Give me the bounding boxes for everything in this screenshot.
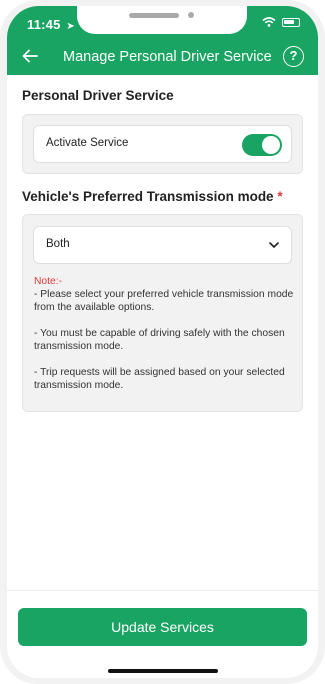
battery-icon <box>282 17 300 27</box>
transmission-card: Both Note:- - Please select your preferr… <box>22 214 303 412</box>
chevron-down-icon <box>269 242 279 248</box>
status-time-text: 11:45 <box>27 17 61 32</box>
personal-driver-section-title: Personal Driver Service <box>22 88 174 103</box>
note-line: - Please select your preferred vehicle t… <box>34 289 294 313</box>
back-arrow-icon[interactable] <box>21 47 41 67</box>
note-line: - Trip requests will be assigned based o… <box>34 367 285 391</box>
personal-driver-title-text: Personal Driver Service <box>22 88 174 103</box>
top-bar: 11:45 ➤ Manage Personal Driver Service ? <box>7 6 318 75</box>
activate-service-row: Activate Service <box>33 125 292 163</box>
app-screen: 11:45 ➤ Manage Personal Driver Service ?… <box>7 6 318 678</box>
help-icon[interactable]: ? <box>283 46 304 67</box>
home-indicator <box>108 669 218 673</box>
transmission-select[interactable]: Both <box>33 226 292 264</box>
location-arrow-icon: ➤ <box>66 21 75 32</box>
status-time: 11:45 ➤ <box>27 17 75 32</box>
toggle-knob <box>262 136 280 154</box>
phone-frame: 11:45 ➤ Manage Personal Driver Service ?… <box>0 0 325 684</box>
update-services-button[interactable]: Update Services <box>18 608 307 646</box>
footer-divider <box>7 590 318 591</box>
transmission-title-text: Vehicle's Preferred Transmission mode <box>22 189 274 204</box>
page-title: Manage Personal Driver Service <box>63 49 272 65</box>
required-marker: * <box>277 189 283 204</box>
activate-service-toggle[interactable] <box>242 134 282 156</box>
device-notch <box>77 6 247 34</box>
note-label: Note:- <box>34 276 63 287</box>
transmission-selected-value: Both <box>46 238 70 250</box>
help-glyph: ? <box>289 48 298 63</box>
status-icons <box>262 17 300 27</box>
activate-service-label: Activate Service <box>46 137 129 149</box>
camera-dot <box>188 12 194 18</box>
note-line: - You must be capable of driving safely … <box>34 328 285 352</box>
transmission-section-title: Vehicle's Preferred Transmission mode * <box>22 189 283 204</box>
activate-service-card: Activate Service <box>22 114 303 174</box>
speaker-grille <box>129 13 179 18</box>
transmission-note: Note:- - Please select your preferred ve… <box>34 275 296 405</box>
app-header: Manage Personal Driver Service ? <box>7 42 318 75</box>
wifi-icon <box>262 17 276 27</box>
